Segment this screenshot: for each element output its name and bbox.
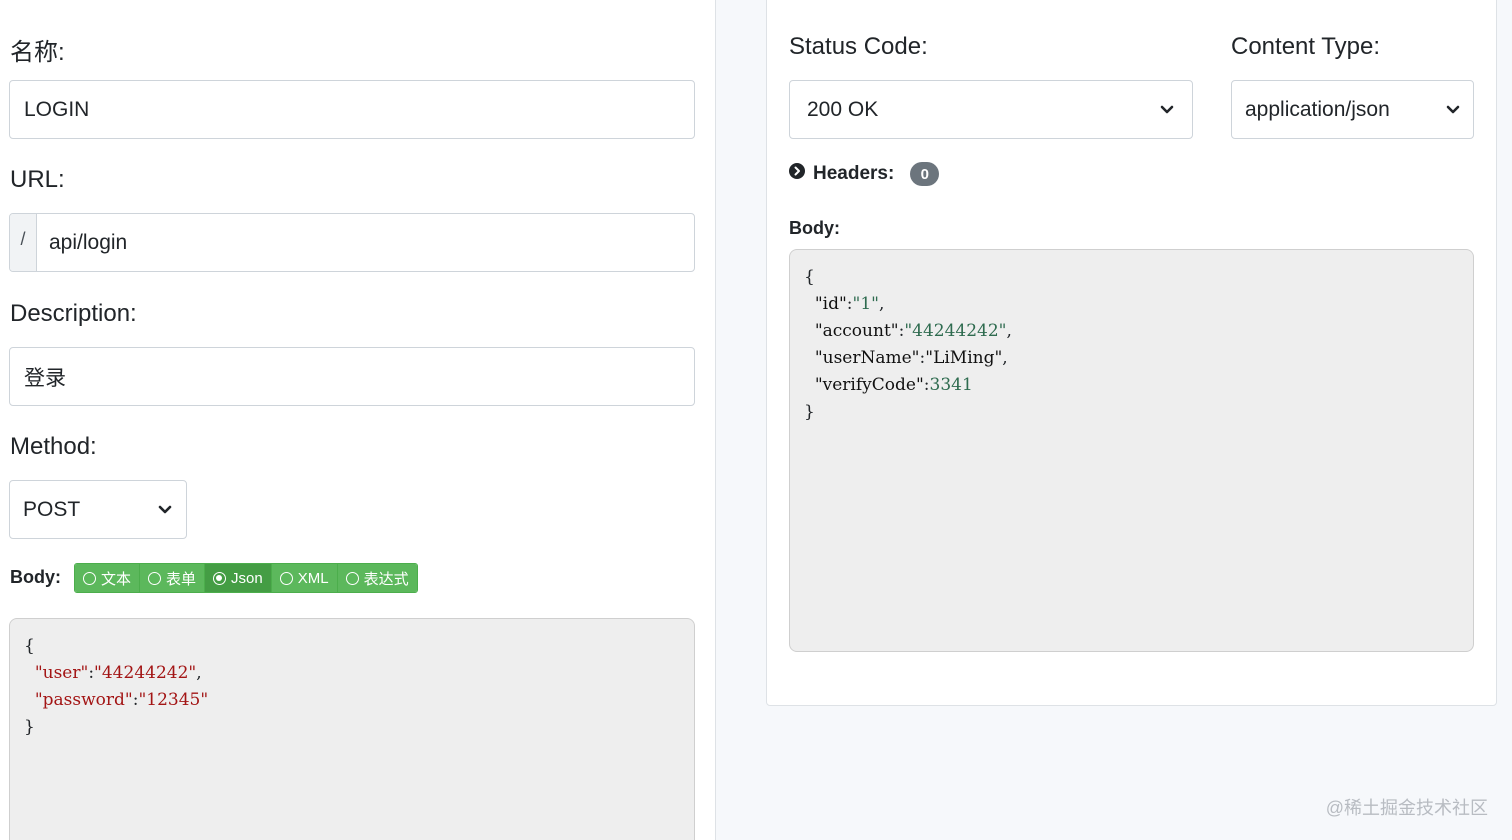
status-code-value: 200 OK xyxy=(807,97,879,121)
chevron-down-icon xyxy=(158,505,172,515)
body-type-xml[interactable]: XML xyxy=(271,564,338,592)
json-key: "user" xyxy=(34,663,89,683)
url-input[interactable]: api/login xyxy=(37,214,694,271)
method-select-value: POST xyxy=(23,497,81,521)
json-comma: , xyxy=(1002,348,1008,368)
json-key: "id" xyxy=(814,294,847,314)
response-body-editor[interactable]: { "id":"1", "account":"44244242", "userN… xyxy=(789,249,1474,652)
body-type-xml-label: XML xyxy=(297,569,329,587)
json-brace: } xyxy=(804,402,815,422)
body-type-text[interactable]: 文本 xyxy=(75,564,141,592)
body-type-form[interactable]: 表单 xyxy=(140,564,206,592)
json-comma: , xyxy=(196,663,202,683)
content-type-select[interactable]: application/json xyxy=(1231,80,1474,139)
method-label: Method: xyxy=(10,433,97,460)
headers-toggle[interactable]: Headers: 0 xyxy=(789,162,940,186)
content-type-value: application/json xyxy=(1245,97,1390,121)
json-value: 3341 xyxy=(929,375,973,395)
json-key: "verifyCode" xyxy=(814,375,924,395)
json-key: "password" xyxy=(34,690,133,710)
json-comma: , xyxy=(1006,321,1012,341)
request-body-label: Body: xyxy=(10,567,61,587)
json-brace: { xyxy=(24,636,35,656)
name-input[interactable]: LOGIN xyxy=(9,80,695,139)
json-comma: , xyxy=(878,294,885,314)
url-prefix: / xyxy=(10,214,37,271)
json-brace: { xyxy=(804,267,815,287)
radio-icon xyxy=(279,571,293,585)
response-body-label: Body: xyxy=(789,218,840,238)
url-label: URL: xyxy=(10,166,65,193)
status-code-label: Status Code: xyxy=(789,33,928,60)
json-line: "verifyCode":3341 xyxy=(804,372,1459,399)
json-line: "user":"44244242", xyxy=(24,660,680,687)
body-type-text-label: 文本 xyxy=(101,570,132,588)
body-type-expression[interactable]: 表达式 xyxy=(337,564,417,592)
json-brace: } xyxy=(24,717,35,737)
headers-count-badge: 0 xyxy=(910,162,940,186)
json-value: "LiMing" xyxy=(925,348,1003,368)
chevron-down-icon xyxy=(1160,105,1174,115)
json-line: "id":"1", xyxy=(804,291,1459,318)
json-key: "account" xyxy=(814,321,899,341)
content-type-label: Content Type: xyxy=(1231,33,1380,60)
radio-checked-icon xyxy=(213,571,227,585)
body-type-form-label: 表单 xyxy=(166,570,197,588)
watermark: @稀土掘金技术社区 xyxy=(1325,798,1488,818)
body-type-json[interactable]: Json xyxy=(205,564,272,592)
json-value: "1" xyxy=(852,294,879,314)
radio-icon xyxy=(83,571,96,585)
json-value: "44244242" xyxy=(904,321,1007,341)
json-line: "password":"12345" xyxy=(24,687,680,714)
description-input[interactable]: 登录 xyxy=(9,347,695,406)
description-label: Description: xyxy=(10,300,137,327)
json-key: "userName" xyxy=(814,348,920,368)
radio-icon xyxy=(148,571,162,585)
json-line: "userName":"LiMing", xyxy=(804,345,1459,372)
name-label: 名称: xyxy=(10,39,65,66)
json-value: "12345" xyxy=(138,690,209,710)
request-panel: 名称: LOGIN URL: / api/login Description: … xyxy=(0,0,716,840)
body-type-json-label: Json xyxy=(231,569,263,587)
headers-label: Headers: xyxy=(813,163,895,184)
json-value: "44244242" xyxy=(94,663,197,683)
json-line: "account":"44244242", xyxy=(804,318,1459,345)
body-type-expression-label: 表达式 xyxy=(363,570,409,588)
chevron-right-circle-icon xyxy=(789,163,805,185)
body-type-toggle: 文本 表单 Json XML 表达式 xyxy=(74,563,418,593)
chevron-down-icon xyxy=(1446,105,1460,115)
url-input-group: / api/login xyxy=(9,213,695,272)
request-body-editor[interactable]: { "user":"44244242", "password":"12345"} xyxy=(9,618,695,840)
status-code-select[interactable]: 200 OK xyxy=(789,80,1193,139)
method-select[interactable]: POST xyxy=(9,480,187,539)
radio-icon xyxy=(345,571,359,585)
